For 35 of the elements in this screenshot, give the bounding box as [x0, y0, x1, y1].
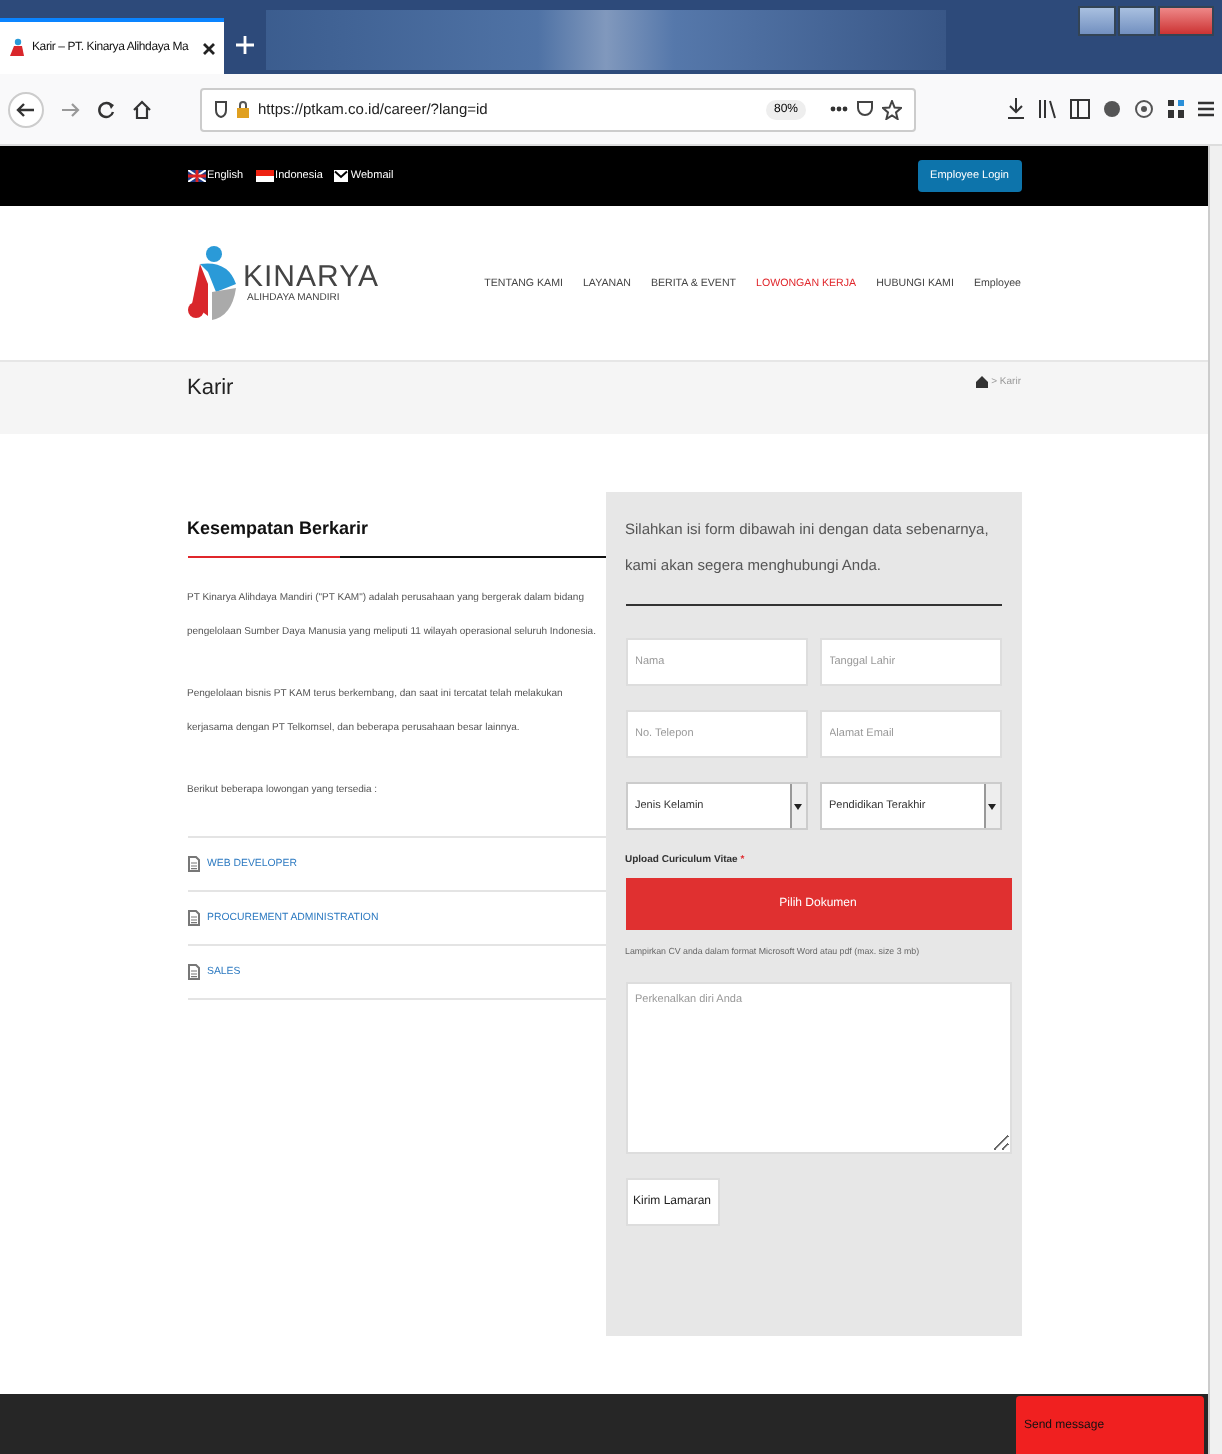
pocket-icon[interactable] [856, 100, 874, 118]
caret-icon [794, 803, 802, 809]
document-icon [187, 964, 199, 980]
plus-icon[interactable] [236, 36, 254, 54]
page-title: Karir [187, 376, 234, 400]
extension-icon[interactable] [1166, 98, 1186, 120]
close-icon[interactable] [202, 41, 216, 55]
sidebar-icon[interactable] [1070, 98, 1090, 120]
shield-icon [214, 100, 228, 118]
flag-icon [187, 170, 205, 182]
maximize-icon[interactable] [1118, 6, 1156, 36]
mail-icon [334, 170, 349, 182]
back-icon[interactable] [8, 91, 44, 127]
document-icon [187, 856, 199, 872]
document-icon [187, 910, 199, 926]
extension-icon[interactable] [1102, 98, 1122, 120]
logo-name: KINARYA [243, 262, 379, 292]
more-icon[interactable] [830, 106, 848, 112]
reload-icon[interactable] [96, 99, 116, 119]
forward-icon[interactable] [60, 99, 80, 119]
logo-icon [187, 243, 239, 323]
download-icon[interactable] [1006, 98, 1026, 120]
section-heading: Kesempatan Berkarir [187, 518, 371, 538]
star-icon[interactable] [882, 99, 902, 119]
flag-icon [255, 170, 274, 182]
logo-icon [8, 38, 26, 58]
scrollbar[interactable] [1208, 146, 1222, 1454]
extension-icon[interactable] [1134, 98, 1154, 120]
caret-icon [988, 803, 996, 809]
lock-icon [236, 100, 250, 118]
home-icon[interactable] [975, 376, 988, 388]
minimize-icon[interactable] [1078, 6, 1116, 36]
home-icon[interactable] [132, 99, 152, 119]
menu-icon[interactable] [1198, 100, 1214, 118]
library-icon[interactable] [1038, 98, 1058, 120]
